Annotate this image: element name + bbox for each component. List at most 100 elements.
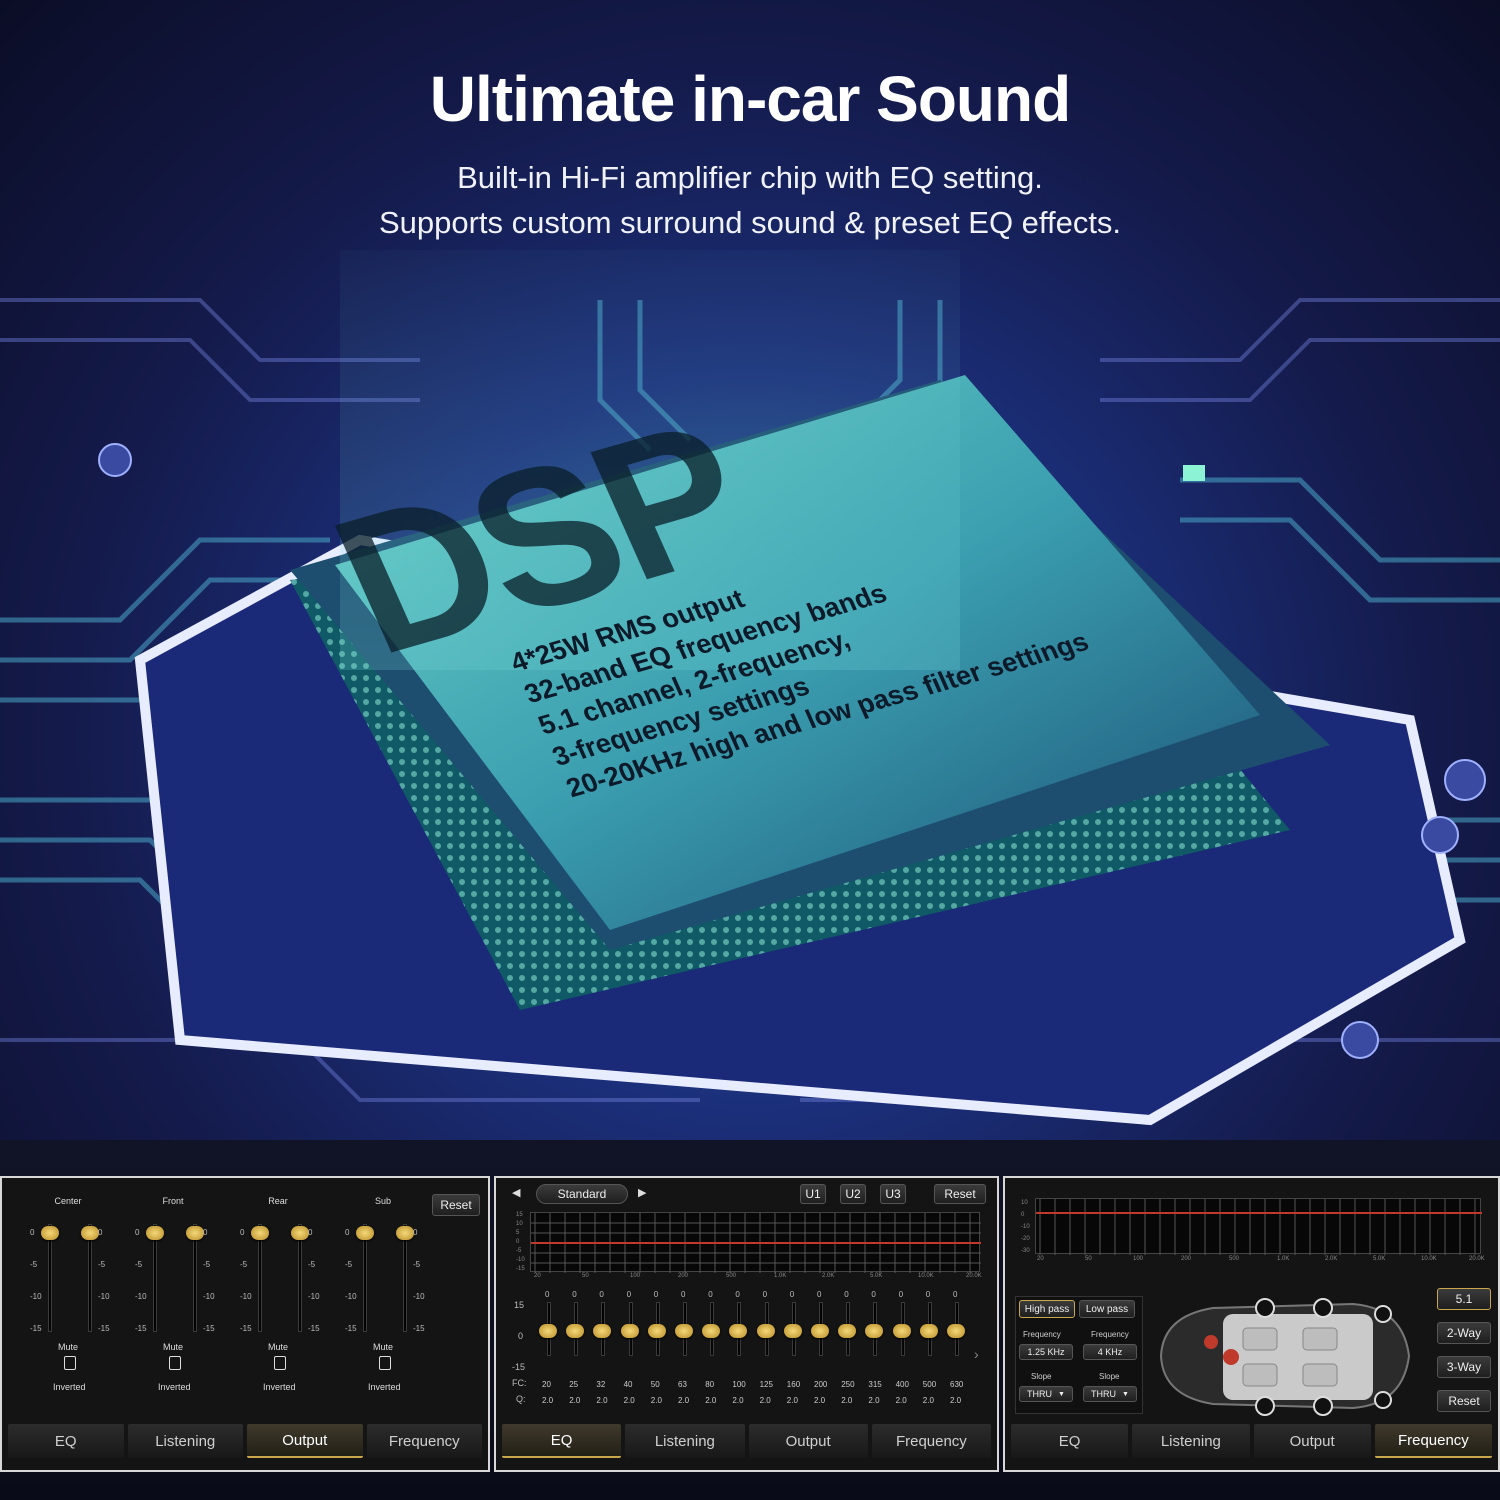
band-knob[interactable] [892, 1324, 911, 1338]
band-knob[interactable] [647, 1324, 666, 1338]
band-knob[interactable] [756, 1324, 775, 1338]
band-frequency: 200 [814, 1380, 828, 1389]
inverted-label: Inverted [53, 1382, 86, 1392]
tab-output[interactable]: Output [748, 1424, 868, 1458]
band-knob[interactable] [838, 1324, 857, 1338]
band-knob[interactable] [675, 1324, 693, 1338]
band-frequency: 630 [950, 1380, 964, 1389]
band-knob[interactable] [593, 1324, 612, 1338]
fader-scale-label: -15 [240, 1324, 252, 1333]
hp-frequency-field[interactable]: 1.25 KHz [1019, 1344, 1073, 1360]
group-title-front: Front [162, 1196, 184, 1206]
preset-u3-button[interactable]: U3 [880, 1184, 906, 1204]
tab-frequency[interactable]: Frequency [871, 1424, 991, 1458]
graph-y-label: -20 [1021, 1236, 1030, 1242]
tab-eq[interactable]: EQ [8, 1424, 124, 1458]
frequency-panel: 10 0 -10 -20 -30 20 50 100 200 500 1.0K 2.0K 5.0K 10… [1003, 1176, 1500, 1472]
invert-toggle-icon[interactable] [274, 1356, 286, 1370]
band-knob[interactable] [811, 1324, 829, 1338]
mute-label: Mute [163, 1342, 184, 1352]
fader-track [298, 1224, 302, 1332]
band-knob[interactable] [729, 1324, 748, 1338]
graph-y-label: -5 [516, 1248, 522, 1254]
tab-output[interactable]: Output [1253, 1424, 1371, 1458]
tab-bar: EQ Listening Output Frequency [502, 1424, 991, 1458]
gain-min-label: -15 [512, 1362, 526, 1372]
band-value: 0 [708, 1290, 713, 1299]
next-preset-icon[interactable]: ▶ [638, 1186, 646, 1199]
tab-eq[interactable]: EQ [1011, 1424, 1129, 1458]
band-frequency: 400 [895, 1380, 909, 1389]
graph-x-label: 500 [1229, 1256, 1240, 1262]
fader-scale-label: -15 [203, 1324, 215, 1333]
band-knob[interactable] [947, 1324, 965, 1338]
fader-knob[interactable] [146, 1226, 164, 1240]
preset-select[interactable]: Standard [536, 1184, 628, 1204]
fader-track [48, 1224, 52, 1332]
graph-x-label: 20.0K [1469, 1256, 1485, 1262]
band-frequency: 50 [650, 1380, 660, 1389]
band-knob[interactable] [919, 1324, 938, 1338]
invert-toggle-icon[interactable] [64, 1356, 76, 1370]
mode-2-way-button[interactable]: 2-Way [1437, 1322, 1491, 1344]
band-value: 0 [898, 1290, 904, 1299]
fader-scale-label: 0 [240, 1228, 245, 1237]
lp-frequency-field[interactable]: 4 KHz [1083, 1344, 1137, 1360]
reset-button[interactable]: Reset [432, 1194, 480, 1216]
invert-toggle-icon[interactable] [169, 1356, 181, 1370]
fader-knob[interactable] [186, 1226, 204, 1240]
fader-scale-label: 0 [308, 1228, 313, 1237]
mode-3-way-button[interactable]: 3-Way [1437, 1356, 1491, 1378]
chevron-right-icon[interactable]: › [974, 1346, 979, 1362]
reset-button[interactable]: Reset [934, 1184, 986, 1204]
subheadline-line-1: Built-in Hi-Fi amplifier chip with EQ se… [457, 160, 1043, 195]
band-knob[interactable] [539, 1324, 557, 1338]
hp-slope-select[interactable]: THRU ▼ [1019, 1386, 1073, 1402]
invert-toggle-icon[interactable] [379, 1356, 391, 1370]
band-knob[interactable] [566, 1324, 585, 1338]
fader-knob[interactable] [251, 1226, 269, 1240]
graph-y-label: 15 [516, 1212, 523, 1218]
fader-knob[interactable] [356, 1226, 374, 1240]
car-speaker-layout [1159, 1298, 1411, 1416]
band-q-value: 2.0 [569, 1396, 581, 1405]
tab-listening[interactable]: Listening [127, 1424, 243, 1458]
tab-frequency[interactable]: Frequency [366, 1424, 482, 1458]
gain-max-label: 15 [514, 1300, 525, 1310]
eq-panel: ◀ Standard ▶ U1 U2 U3 Reset 20 50 100 200 50… [494, 1176, 999, 1472]
preset-u1-button[interactable]: U1 [800, 1184, 826, 1204]
high-pass-button[interactable]: High pass [1019, 1300, 1075, 1318]
fader-track [363, 1224, 367, 1332]
band-value: 0 [545, 1290, 550, 1299]
tab-listening[interactable]: Listening [625, 1424, 745, 1458]
band-knob[interactable] [783, 1324, 802, 1338]
band-knob[interactable] [620, 1324, 639, 1338]
fader-scale-label: 0 [98, 1228, 103, 1237]
band-q-value: 2.0 [623, 1396, 635, 1405]
lp-slope-value: THRU [1091, 1389, 1117, 1399]
low-pass-button[interactable]: Low pass [1079, 1300, 1135, 1318]
reset-button[interactable]: Reset [1437, 1390, 1491, 1412]
graph-x-label: 2.0K [822, 1273, 835, 1279]
band-knob[interactable] [865, 1324, 884, 1338]
eq-response-graph [530, 1212, 981, 1273]
mute-label: Mute [373, 1342, 394, 1352]
graph-y-label: -15 [516, 1266, 525, 1272]
fader-knob[interactable] [291, 1226, 309, 1240]
gain-zero-label: 0 [518, 1331, 524, 1341]
band-knob[interactable] [702, 1324, 721, 1338]
tab-output[interactable]: Output [247, 1424, 363, 1458]
tab-listening[interactable]: Listening [1132, 1424, 1250, 1458]
tab-eq[interactable]: EQ [502, 1424, 622, 1458]
tab-frequency[interactable]: Frequency [1374, 1424, 1492, 1458]
mode-5-1-button[interactable]: 5.1 [1437, 1288, 1491, 1310]
group-title-center: Center [54, 1196, 82, 1206]
fader-scale-label: -10 [308, 1292, 320, 1301]
fader-knob[interactable] [396, 1226, 414, 1240]
fader-knob[interactable] [81, 1226, 99, 1240]
lp-slope-select[interactable]: THRU ▼ [1083, 1386, 1137, 1402]
graph-y-label: -10 [516, 1257, 525, 1263]
prev-preset-icon[interactable]: ◀ [512, 1186, 520, 1199]
fader-knob[interactable] [41, 1226, 59, 1240]
preset-u2-button[interactable]: U2 [840, 1184, 866, 1204]
